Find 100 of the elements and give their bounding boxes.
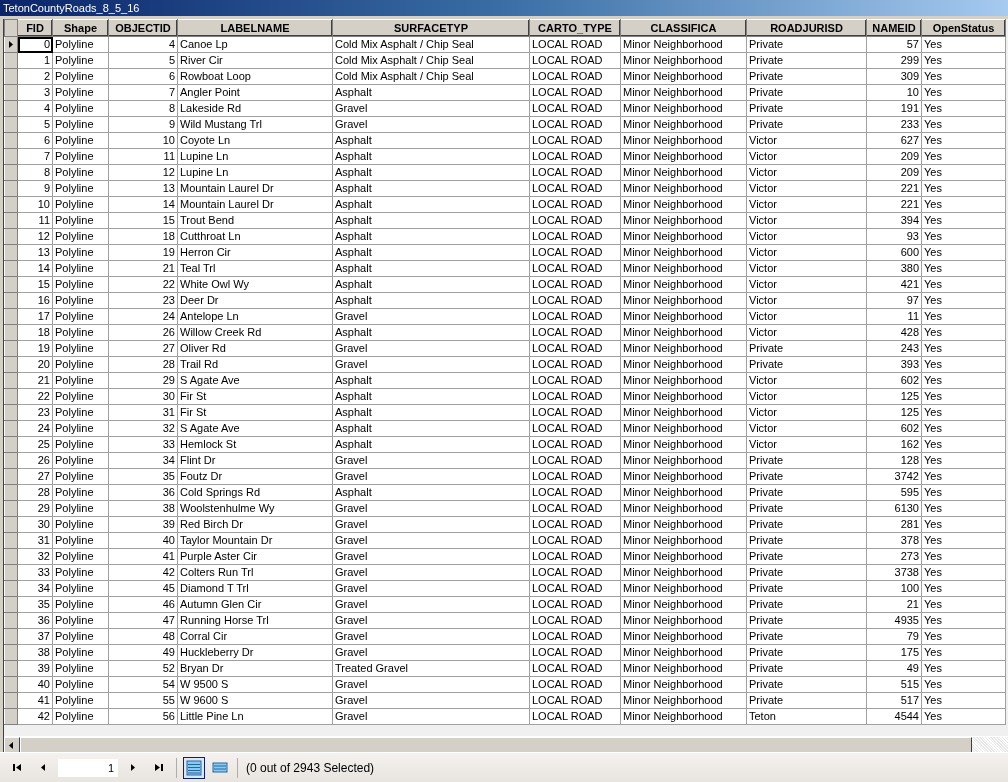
table-cell: 7 bbox=[17, 148, 53, 165]
table-cell: Treated Gravel bbox=[332, 660, 530, 677]
window-title: TetonCountyRoads_8_5_16 bbox=[0, 0, 1008, 16]
table-cell: 243 bbox=[866, 340, 922, 357]
table-cell: Lakeside Rd bbox=[177, 100, 333, 117]
table-cell: Victor bbox=[746, 420, 867, 437]
table-cell: 15 bbox=[108, 212, 178, 229]
table-cell: LOCAL ROAD bbox=[529, 228, 621, 245]
table-cell: Trout Bend bbox=[177, 212, 333, 229]
table-cell: Asphalt bbox=[332, 404, 530, 421]
table-cell: Polyline bbox=[52, 324, 109, 341]
table-cell: Private bbox=[746, 468, 867, 485]
table-cell: 378 bbox=[866, 532, 922, 549]
table-cell: 600 bbox=[866, 244, 922, 261]
table-cell: Minor Neighborhood bbox=[620, 468, 747, 485]
scrollbar-thumb[interactable] bbox=[20, 737, 972, 753]
table-cell: 15 bbox=[17, 276, 53, 293]
table-cell: Minor Neighborhood bbox=[620, 596, 747, 613]
table-cell: 23 bbox=[17, 404, 53, 421]
table-cell: 128 bbox=[866, 452, 922, 469]
table-cell: Gravel bbox=[332, 564, 530, 581]
table-cell: Asphalt bbox=[332, 276, 530, 293]
table-cell: 8 bbox=[17, 164, 53, 181]
table-cell: Herron Cir bbox=[177, 244, 333, 261]
table-cell: 627 bbox=[866, 132, 922, 149]
table-cell: Asphalt bbox=[332, 292, 530, 309]
table-cell: 28 bbox=[17, 484, 53, 501]
table-cell: Minor Neighborhood bbox=[620, 532, 747, 549]
table-cell: Minor Neighborhood bbox=[620, 372, 747, 389]
table-cell: Polyline bbox=[52, 148, 109, 165]
table-cell: Wild Mustang Trl bbox=[177, 116, 333, 133]
table-cell: Private bbox=[746, 484, 867, 501]
table-cell: 20 bbox=[17, 356, 53, 373]
table-cell: Minor Neighborhood bbox=[620, 164, 747, 181]
scroll-left-button[interactable] bbox=[4, 737, 20, 753]
table-cell: Polyline bbox=[52, 372, 109, 389]
table-cell: 11 bbox=[108, 148, 178, 165]
table-cell: Private bbox=[746, 564, 867, 581]
table-cell: Victor bbox=[746, 228, 867, 245]
table-cell: W 9500 S bbox=[177, 676, 333, 693]
table-cell: Minor Neighborhood bbox=[620, 612, 747, 629]
table-cell: Polyline bbox=[52, 116, 109, 133]
table-cell: LOCAL ROAD bbox=[529, 564, 621, 581]
table-cell: Minor Neighborhood bbox=[620, 148, 747, 165]
table-cell: Minor Neighborhood bbox=[620, 676, 747, 693]
table-cell: 97 bbox=[866, 292, 922, 309]
table-cell: Private bbox=[746, 452, 867, 469]
table-cell: LOCAL ROAD bbox=[529, 420, 621, 437]
table-cell: 394 bbox=[866, 212, 922, 229]
table-cell: 13 bbox=[17, 244, 53, 261]
table-cell: 309 bbox=[866, 68, 922, 85]
table-cell: Corral Cir bbox=[177, 628, 333, 645]
table-cell: Minor Neighborhood bbox=[620, 36, 747, 53]
table-cell: Asphalt bbox=[332, 324, 530, 341]
record-number-field[interactable]: 1 bbox=[58, 758, 118, 777]
table-cell: S Agate Ave bbox=[177, 372, 333, 389]
table-cell: 40 bbox=[108, 532, 178, 549]
table-cell: 19 bbox=[108, 244, 178, 261]
table-cell: Polyline bbox=[52, 548, 109, 565]
table-cell: Minor Neighborhood bbox=[620, 260, 747, 277]
table-cell: Asphalt bbox=[332, 212, 530, 229]
table-cell: 27 bbox=[108, 340, 178, 357]
table-cell: 11 bbox=[17, 212, 53, 229]
table-cell: 38 bbox=[108, 500, 178, 517]
table-cell: 45 bbox=[108, 580, 178, 597]
table-cell: Minor Neighborhood bbox=[620, 660, 747, 677]
table-cell: Polyline bbox=[52, 564, 109, 581]
table-cell: Woolstenhulme Wy bbox=[177, 500, 333, 517]
table-cell: 4 bbox=[108, 36, 178, 53]
table-cell: Asphalt bbox=[332, 260, 530, 277]
column-header[interactable]: CARTO_TYPE bbox=[529, 19, 621, 37]
column-header[interactable]: Shape bbox=[52, 19, 109, 37]
column-header[interactable]: NAMEID bbox=[866, 19, 922, 37]
column-header[interactable]: SURFACETYP bbox=[332, 19, 530, 37]
column-header[interactable]: LABELNAME bbox=[177, 19, 333, 37]
column-header[interactable]: CLASSIFICA bbox=[620, 19, 747, 37]
table-cell: Victor bbox=[746, 372, 867, 389]
table-cell: 57 bbox=[866, 36, 922, 53]
table-cell: Victor bbox=[746, 404, 867, 421]
table-cell: Private bbox=[746, 100, 867, 117]
column-header[interactable]: OBJECTID bbox=[108, 19, 178, 37]
table-cell: LOCAL ROAD bbox=[529, 404, 621, 421]
table-cell: Gravel bbox=[332, 356, 530, 373]
table-cell: 40 bbox=[17, 676, 53, 693]
column-header[interactable]: FID bbox=[17, 19, 53, 37]
table-cell: Bryan Dr bbox=[177, 660, 333, 677]
table-cell: Minor Neighborhood bbox=[620, 116, 747, 133]
view-toggle-button[interactable] bbox=[183, 756, 205, 779]
column-header[interactable]: ROADJURISD bbox=[746, 19, 867, 37]
table-cell: Angler Point bbox=[177, 84, 333, 101]
table-cell: LOCAL ROAD bbox=[529, 532, 621, 549]
table-cell: Polyline bbox=[52, 612, 109, 629]
table-cell: LOCAL ROAD bbox=[529, 356, 621, 373]
column-header[interactable]: OpenStatus bbox=[921, 19, 1006, 37]
table-cell: 9 bbox=[17, 180, 53, 197]
table-cell: LOCAL ROAD bbox=[529, 436, 621, 453]
table-cell: LOCAL ROAD bbox=[529, 516, 621, 533]
table-cell: Minor Neighborhood bbox=[620, 340, 747, 357]
table-cell: Minor Neighborhood bbox=[620, 244, 747, 261]
table-cell: 24 bbox=[17, 420, 53, 437]
